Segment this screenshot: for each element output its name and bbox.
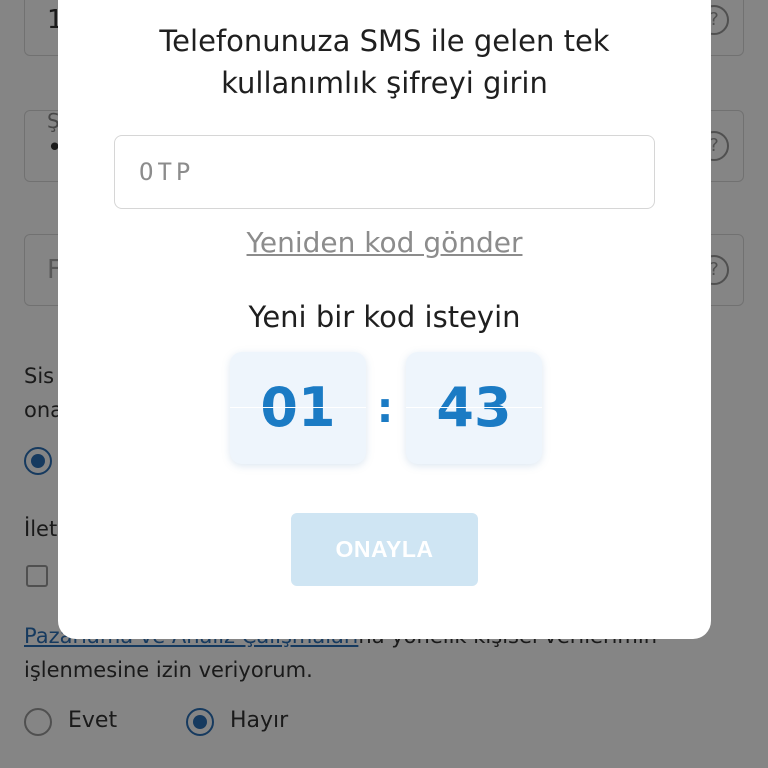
otp-input[interactable] (114, 135, 655, 209)
resend-code-link[interactable]: Yeniden kod gönder (58, 226, 711, 259)
modal-title: Telefonunuza SMS ile gelen tek kullanıml… (58, 20, 711, 104)
request-new-code-label: Yeni bir kod isteyin (248, 300, 521, 334)
timer-minutes: 01 (230, 352, 366, 464)
timer-separator: : (376, 383, 394, 432)
timer-minutes-value: 01 (260, 376, 336, 439)
timer-seconds: 43 (406, 352, 542, 464)
confirm-button[interactable]: ONAYLA (291, 513, 478, 586)
timer-seconds-value: 43 (436, 376, 512, 439)
modal-title-line2: kullanımlık şifreyi girin (221, 66, 548, 100)
otp-modal: Telefonunuza SMS ile gelen tek kullanıml… (58, 0, 711, 639)
modal-title-line1: Telefonunuza SMS ile gelen tek (159, 24, 610, 58)
